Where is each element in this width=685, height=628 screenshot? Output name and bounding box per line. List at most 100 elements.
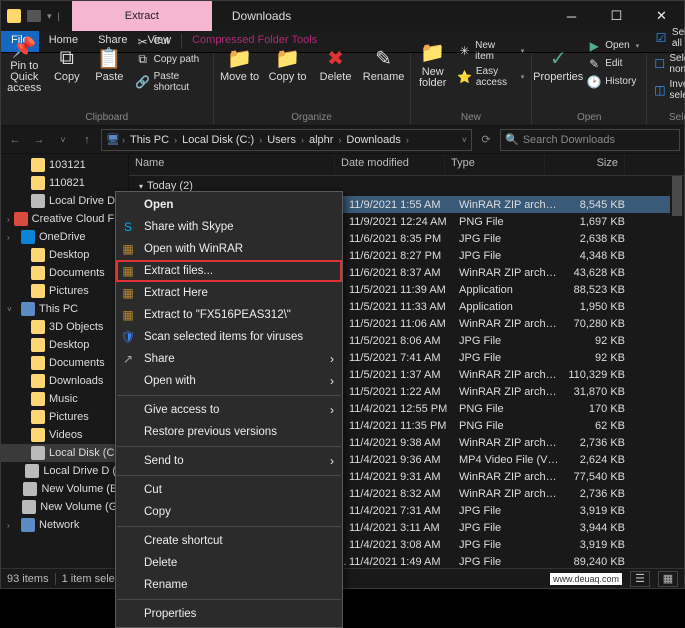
copy-button[interactable]: ⧉Copy	[48, 42, 87, 85]
folder-icon	[7, 9, 21, 23]
view-details-button[interactable]: ☰	[630, 571, 650, 587]
up-button[interactable]: ↑	[77, 130, 97, 150]
context-menu-item[interactable]: ▦Extract files...	[116, 260, 342, 282]
scroll-thumb[interactable]	[672, 176, 682, 216]
status-count: 93 items	[7, 573, 49, 585]
delete-button[interactable]: ✖Delete	[314, 42, 358, 85]
context-menu: OpenSShare with Skype▦Open with WinRAR▦E…	[115, 191, 343, 628]
sidebar-item[interactable]: Local Drive D (	[1, 192, 128, 210]
edit-button[interactable]: ✎Edit	[584, 56, 642, 72]
context-menu-item[interactable]: Properties	[116, 603, 342, 625]
minimize-button[interactable]: ─	[549, 1, 594, 31]
explorer-window: ▾ | Extract Downloads ─ ☐ ✕ File Home Sh…	[0, 0, 685, 589]
context-menu-item[interactable]: Delete	[116, 552, 342, 574]
select-all-button[interactable]: ☑Select all	[651, 26, 685, 50]
col-type[interactable]: Type	[445, 154, 545, 175]
search-box[interactable]: 🔍 Search Downloads	[500, 129, 680, 151]
window-title: Downloads	[212, 9, 291, 23]
col-size[interactable]: Size	[545, 154, 625, 175]
history-button[interactable]: 🕑History	[584, 74, 642, 90]
sidebar-item[interactable]: Downloads	[1, 372, 128, 390]
group-open-label: Open	[536, 110, 642, 123]
new-item-button[interactable]: ✳New item	[455, 39, 527, 63]
sidebar-item[interactable]: New Volume (E:)	[1, 480, 128, 498]
path-seg[interactable]: This PC	[127, 134, 172, 146]
ribbon: 📌Pin to Quick access ⧉Copy 📋Paste ✂Cut ⧉…	[1, 53, 684, 126]
context-menu-item[interactable]: Send to	[116, 450, 342, 472]
sidebar-item[interactable]: New Volume (G:)	[1, 498, 128, 516]
sidebar-item[interactable]: Desktop	[1, 336, 128, 354]
view-thumbs-button[interactable]: ▦	[658, 571, 678, 587]
context-menu-item[interactable]: Copy	[116, 501, 342, 523]
sidebar-item[interactable]: ˅This PC	[1, 300, 128, 318]
column-headers[interactable]: Name Date modified Type Size	[129, 154, 684, 176]
properties-button[interactable]: ✓Properties	[536, 42, 580, 85]
sidebar-item[interactable]: Music	[1, 390, 128, 408]
sidebar-item[interactable]: ›Network	[1, 516, 128, 534]
title-bar: ▾ | Extract Downloads ─ ☐ ✕	[1, 1, 684, 31]
context-menu-item[interactable]: Open with	[116, 370, 342, 392]
context-menu-item[interactable]: SShare with Skype	[116, 216, 342, 238]
qat-dropdown-icon[interactable]: ▾	[47, 11, 52, 22]
path-dropdown-icon[interactable]: ˅	[462, 135, 467, 145]
refresh-button[interactable]: ⟳	[476, 130, 496, 150]
sidebar-item[interactable]: Documents	[1, 354, 128, 372]
sidebar-item[interactable]: 110821	[1, 174, 128, 192]
nav-pane[interactable]: 103121110821Local Drive D (›Creative Clo…	[1, 154, 129, 568]
move-to-button[interactable]: 📁Move to	[218, 42, 262, 85]
context-menu-item[interactable]: ▦Extract Here	[116, 282, 342, 304]
sidebar-item[interactable]: 103121	[1, 156, 128, 174]
address-bar: ← → ˅ ↑ 🖥› This PC› Local Disk (C:)› Use…	[1, 126, 684, 154]
sidebar-item[interactable]: ›Creative Cloud File	[1, 210, 128, 228]
sidebar-item[interactable]: ›OneDrive	[1, 228, 128, 246]
sidebar-item[interactable]: Videos	[1, 426, 128, 444]
pin-quick-access-button[interactable]: 📌Pin to Quick access	[5, 31, 44, 96]
path-seg[interactable]: Local Disk (C:)	[179, 134, 257, 146]
path-seg[interactable]: alphr	[306, 134, 336, 146]
search-placeholder: Search Downloads	[523, 134, 615, 146]
copy-path-button[interactable]: ⧉Copy path	[133, 52, 209, 68]
sidebar-item[interactable]: 3D Objects	[1, 318, 128, 336]
recent-dropdown[interactable]: ˅	[53, 130, 73, 150]
forward-button[interactable]: →	[29, 130, 49, 150]
watermark: www.deuaq.com	[550, 573, 622, 585]
search-icon: 🔍	[505, 133, 519, 146]
paste-shortcut-button[interactable]: 🔗Paste shortcut	[133, 70, 209, 94]
invert-selection-button[interactable]: ◫Invert selection	[651, 78, 685, 102]
context-menu-item[interactable]: Create shortcut	[116, 530, 342, 552]
path-seg[interactable]: Users	[264, 134, 299, 146]
paste-button[interactable]: 📋Paste	[90, 42, 129, 85]
col-name[interactable]: Name	[129, 154, 335, 175]
context-menu-item[interactable]: Open	[116, 194, 342, 216]
copy-to-button[interactable]: 📁Copy to	[266, 42, 310, 85]
qat-icon[interactable]	[27, 10, 41, 22]
context-menu-item[interactable]: 🛡Scan selected items for viruses	[116, 326, 342, 348]
sidebar-item[interactable]: Documents	[1, 264, 128, 282]
new-folder-button[interactable]: 📁New folder	[415, 37, 451, 91]
group-organize-label: Organize	[218, 110, 406, 123]
easy-access-button[interactable]: ⭐Easy access	[455, 65, 527, 89]
sidebar-item[interactable]: Pictures	[1, 408, 128, 426]
col-date[interactable]: Date modified	[335, 154, 445, 175]
context-menu-item[interactable]: Give access to	[116, 399, 342, 421]
back-button[interactable]: ←	[5, 130, 25, 150]
context-menu-item[interactable]: Cut	[116, 479, 342, 501]
context-menu-item[interactable]: ▦Extract to "FX516PEAS312\"	[116, 304, 342, 326]
scrollbar[interactable]	[670, 176, 684, 568]
group-select-label: Select	[651, 110, 685, 123]
open-button[interactable]: ▶Open	[584, 38, 642, 54]
context-menu-item[interactable]: ↗Share	[116, 348, 342, 370]
maximize-button[interactable]: ☐	[594, 1, 639, 31]
context-menu-item[interactable]: Restore previous versions	[116, 421, 342, 443]
sidebar-item[interactable]: Pictures	[1, 282, 128, 300]
rename-button[interactable]: ✎Rename	[362, 42, 406, 85]
cut-button[interactable]: ✂Cut	[133, 34, 209, 50]
sidebar-item[interactable]: Desktop	[1, 246, 128, 264]
sidebar-item[interactable]: Local Drive D (D	[1, 462, 128, 480]
context-menu-item[interactable]: ▦Open with WinRAR	[116, 238, 342, 260]
select-none-button[interactable]: ☐Select none	[651, 52, 685, 76]
sidebar-item[interactable]: Local Disk (C:)	[1, 444, 128, 462]
path-seg[interactable]: Downloads	[343, 134, 403, 146]
address-path[interactable]: 🖥› This PC› Local Disk (C:)› Users› alph…	[101, 129, 472, 151]
context-menu-item[interactable]: Rename	[116, 574, 342, 596]
